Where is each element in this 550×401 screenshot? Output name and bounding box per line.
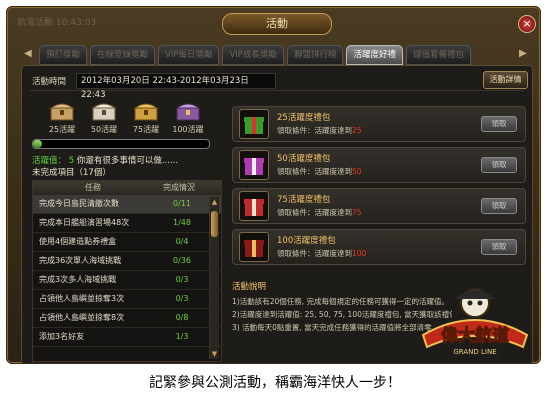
treasure-chest-icon xyxy=(49,103,75,121)
unfinished-count: 未完成項目（17個） xyxy=(32,168,111,178)
claim-button[interactable]: 領取 xyxy=(481,116,517,132)
scroll-down-arrow-icon[interactable]: ▼ xyxy=(210,349,219,359)
treasure-chest-icon xyxy=(133,103,159,121)
activity-progress-fill xyxy=(33,140,42,148)
reward-condition: 領取條件：活躍度達到50 xyxy=(277,167,362,176)
task-row[interactable]: 占領他人島嶼並掠奪8次 0/8 xyxy=(33,309,221,328)
task-row[interactable]: 完成36次單人海域挑戰 0/36 xyxy=(33,252,221,271)
task-status: 1/48 xyxy=(173,218,191,227)
treasure-chest-icon xyxy=(91,103,117,121)
window-title: 活動 xyxy=(222,13,332,35)
task-row[interactable]: 使用4個建造點券禮盒 0/4 xyxy=(33,233,221,252)
reward-condition: 領取條件：活躍度達到75 xyxy=(277,208,362,217)
task-row[interactable]: 添加3名好友 1/3 xyxy=(33,328,221,347)
column-status: 完成情況 xyxy=(163,183,195,192)
treasure-chest-icon xyxy=(175,103,201,121)
tab-prev-arrow-icon[interactable]: ◀ xyxy=(24,48,32,59)
reward-item-50: 50活躍度禮包 領取條件：活躍度達到50 領取 xyxy=(232,147,526,183)
task-status: 1/3 xyxy=(175,332,189,341)
gift-box-icon xyxy=(239,109,269,139)
task-status: 0/4 xyxy=(175,237,189,246)
chest-label: 75活躍 xyxy=(132,125,160,134)
gift-box-icon xyxy=(239,232,269,262)
chest-label: 25活躍 xyxy=(48,125,76,134)
task-name: 添加3名好友 xyxy=(39,332,85,341)
logo-text: 偉大航道 xyxy=(441,325,509,346)
reward-title: 50活躍度禮包 xyxy=(277,154,331,164)
reward-title: 75活躍度禮包 xyxy=(277,195,331,205)
event-time-bar: 活動時間 2012年03月20日 22:43-2012年03月23日 22:43… xyxy=(30,71,528,100)
chest-100[interactable]: 100活躍 xyxy=(166,100,210,135)
reward-condition: 領取條件：活躍度達到100 xyxy=(277,249,367,258)
reward-item-25: 25活躍度禮包 領取條件：活躍度達到25 領取 xyxy=(232,106,526,142)
chest-label: 50活躍 xyxy=(90,125,118,134)
task-table-header: 任務 完成情況 xyxy=(33,181,221,195)
task-row[interactable]: 完成今日島民清繳次數 0/11 xyxy=(33,195,221,214)
tab-vip-daily-reward[interactable]: VIP每日獎勵 xyxy=(158,45,220,65)
chest-label: 100活躍 xyxy=(172,125,204,134)
chest-75[interactable]: 75活躍 xyxy=(124,100,168,135)
activity-label: 活躍值： xyxy=(32,156,67,166)
chest-50[interactable]: 50活躍 xyxy=(82,100,126,135)
activity-value: 5 xyxy=(68,156,75,166)
task-name: 完成36次單人海域挑戰 xyxy=(39,256,122,265)
event-time-value: 2012年03月20日 22:43-2012年03月23日 22:43 xyxy=(76,73,276,100)
task-name: 完成3次多人海域挑戰 xyxy=(39,275,117,284)
tab-preorder-reward[interactable]: 預訂獎勵 xyxy=(39,45,88,65)
tab-activity-gift[interactable]: 活躍度好禮 xyxy=(346,45,403,65)
game-logo: 偉大航道 GRAND LINE xyxy=(421,288,529,356)
close-button[interactable]: × xyxy=(518,15,536,33)
task-row[interactable]: 占領他人島嶼並掠奪3次 0/3 xyxy=(33,290,221,309)
task-scrollbar[interactable]: ▲ ▼ xyxy=(209,197,219,359)
task-status: 0/8 xyxy=(175,313,189,322)
claim-button[interactable]: 領取 xyxy=(481,239,517,255)
task-status: 0/11 xyxy=(173,199,191,208)
task-status: 0/36 xyxy=(173,256,191,265)
window-faded-title: 航海活動 10:43:03 xyxy=(17,18,97,28)
task-name: 使用4個建造點券禮盒 xyxy=(39,237,117,246)
activity-value-line: 活躍值： 5 你還有很多事情可以做...... xyxy=(32,154,178,166)
claim-button[interactable]: 領取 xyxy=(481,198,517,214)
task-status: 0/3 xyxy=(175,294,189,303)
reward-condition: 領取條件：活躍度達到25 xyxy=(277,126,362,135)
event-time-label: 活動時間 xyxy=(32,77,67,87)
tab-online-login-reward[interactable]: 在線登錄獎勵 xyxy=(90,45,156,65)
scroll-up-arrow-icon[interactable]: ▲ xyxy=(210,197,219,207)
reward-item-75: 75活躍度禮包 領取條件：活躍度達到75 領取 xyxy=(232,188,526,224)
logo-subtitle: GRAND LINE xyxy=(453,348,496,356)
gift-box-icon xyxy=(239,150,269,180)
column-task: 任務 xyxy=(85,183,101,192)
scroll-thumb[interactable] xyxy=(211,211,218,237)
task-name: 占領他人島嶼並掠奪3次 xyxy=(39,294,125,303)
tab-vip-growth-reward[interactable]: VIP成長獎勵 xyxy=(222,45,284,65)
task-name: 完成今日島民清繳次數 xyxy=(39,199,119,208)
task-name: 占領他人島嶼並掠奪8次 xyxy=(39,313,125,322)
task-name: 完成本日艦船演習場48次 xyxy=(39,218,130,227)
task-table: 任務 完成情況 完成今日島民清繳次數 0/11 完成本日艦船演習場48次 1/48 … xyxy=(32,180,222,362)
gift-box-icon xyxy=(239,191,269,221)
claim-button[interactable]: 領取 xyxy=(481,157,517,173)
event-details-button[interactable]: 活動詳情 xyxy=(483,71,528,89)
reward-item-100: 100活躍度禮包 領取條件：活躍度達到100 領取 xyxy=(232,229,526,265)
chest-25[interactable]: 25活躍 xyxy=(40,100,84,135)
activity-progress-bar xyxy=(32,139,210,149)
activity-note: 你還有很多事情可以做...... xyxy=(76,156,179,166)
tab-recharge-package[interactable]: 儲值套餐禮包 xyxy=(405,45,471,65)
task-row[interactable]: 完成本日艦船演習場48次 1/48 xyxy=(33,214,221,233)
reward-title: 100活躍度禮包 xyxy=(277,236,336,246)
reward-title: 25活躍度禮包 xyxy=(277,113,331,123)
task-status: 0/3 xyxy=(175,275,189,284)
task-row[interactable]: 完成3次多人海域挑戰 0/3 xyxy=(33,271,221,290)
tab-alliance-ranking[interactable]: 聯盟排行榜 xyxy=(286,45,344,65)
tab-bar: 預訂獎勵 在線登錄獎勵 VIP每日獎勵 VIP成長獎勵 聯盟排行榜 活躍度好禮 … xyxy=(39,45,513,65)
reward-list: 25活躍度禮包 領取條件：活躍度達到25 領取 50活躍度禮包 領取條件：活躍度… xyxy=(232,106,526,270)
promo-caption: 記緊參與公測活動，稱霸海洋快人一步！ xyxy=(149,375,401,391)
tab-next-arrow-icon[interactable]: ▶ xyxy=(519,48,527,59)
